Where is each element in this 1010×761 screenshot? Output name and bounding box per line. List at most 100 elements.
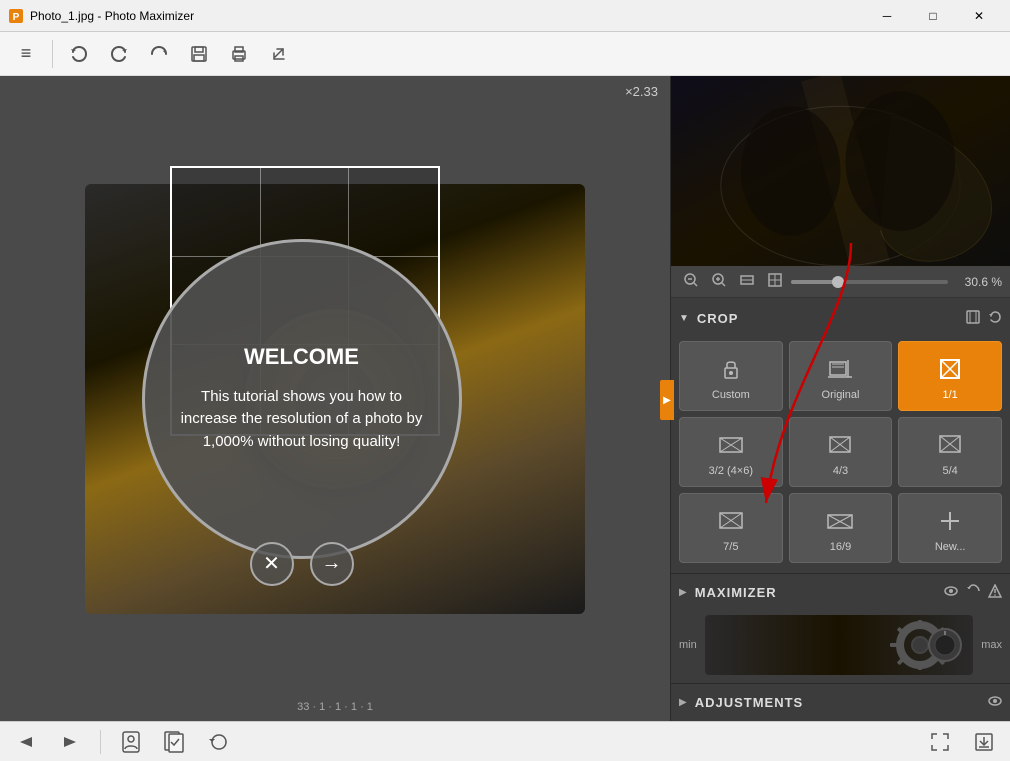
redo2-button[interactable]: [141, 36, 177, 72]
zoom-in-icon: [711, 272, 727, 288]
crop-corner-tl[interactable]: [170, 166, 182, 178]
ratio169-icon: [824, 505, 856, 537]
share-icon: [269, 44, 289, 64]
maximizer-expand-arrow[interactable]: ▶: [679, 587, 687, 598]
ratio43-icon: [824, 429, 856, 461]
maximizer-header[interactable]: ▶ MAXIMIZER: [671, 574, 1010, 611]
maximize-button[interactable]: □: [910, 0, 956, 32]
original-icon: [824, 353, 856, 385]
crop-undo-button[interactable]: [988, 310, 1002, 327]
export-button[interactable]: [966, 728, 1002, 756]
prev-icon: [19, 735, 33, 749]
app-icon: P: [8, 8, 24, 24]
preview-image: [671, 76, 1010, 266]
window-controls: ─ □ ✕: [864, 0, 1002, 32]
next-tutorial-button[interactable]: →: [310, 542, 354, 586]
ratio54-label: 5/4: [943, 465, 958, 477]
zoom-out-button[interactable]: [679, 270, 703, 293]
gears-svg: [885, 615, 965, 675]
print-button[interactable]: [221, 36, 257, 72]
ratio32-icon: [715, 429, 747, 461]
adjustments-header[interactable]: ▶ ADJUSTMENTS: [671, 684, 1010, 721]
fit-width-button[interactable]: [735, 270, 759, 293]
custom-icon: [715, 353, 747, 385]
tutorial-title: WELCOME: [244, 344, 359, 370]
preview-svg: [671, 76, 1010, 266]
warning-icon: [988, 584, 1002, 598]
menu-button[interactable]: ≡: [8, 36, 44, 72]
minimize-button[interactable]: ─: [864, 0, 910, 32]
crop-section-header: ▼ CROP: [679, 306, 1002, 331]
crop-option-new[interactable]: New...: [898, 493, 1002, 563]
crop-option-4-3[interactable]: 4/3: [789, 417, 893, 487]
adjustments-section: ▶ ADJUSTMENTS: [671, 683, 1010, 721]
full-screen-button[interactable]: [922, 728, 958, 756]
crop-option-original[interactable]: Original: [789, 341, 893, 411]
print-icon: [229, 44, 249, 64]
fit-page-button[interactable]: [763, 270, 787, 293]
crop-option-1-1[interactable]: 1/1: [898, 341, 1002, 411]
crop-options-grid: Custom Original: [679, 341, 1002, 563]
tutorial-overlay: WELCOME This tutorial shows you how to i…: [142, 239, 462, 559]
original-label: Original: [822, 389, 860, 401]
crop-option-7-5[interactable]: 7/5: [679, 493, 783, 563]
crop-section: ▼ CROP: [671, 298, 1010, 573]
main-toolbar: ≡: [0, 32, 1010, 76]
zoom-percent: 30.6 %: [952, 275, 1002, 289]
adjustments-visibility-button[interactable]: [988, 694, 1002, 711]
undo-button[interactable]: [61, 36, 97, 72]
maximizer-visibility-button[interactable]: [944, 584, 958, 601]
crop-undo-icon: [988, 310, 1002, 324]
fit-page-icon: [767, 272, 783, 288]
panel-scroll-indicator[interactable]: ▶: [660, 380, 674, 420]
prev-photo-button[interactable]: [8, 728, 44, 756]
portrait-icon: [121, 731, 141, 753]
scroll-arrow-icon: ▶: [663, 395, 671, 406]
zoom-slider[interactable]: [791, 280, 948, 284]
redo2-icon: [149, 44, 169, 64]
next-photo-button[interactable]: [52, 728, 88, 756]
main-layout: ×2.33: [0, 76, 1010, 721]
preview-watch: [671, 76, 1010, 266]
ratio169-label: 16/9: [830, 541, 851, 553]
ratio43-label: 4/3: [833, 465, 848, 477]
portrait-button[interactable]: [113, 728, 149, 756]
ratio75-label: 7/5: [723, 541, 738, 553]
maximizer-warning-button[interactable]: [988, 584, 1002, 601]
rotate-icon: [209, 732, 229, 752]
maximizer-undo-icon: [966, 584, 980, 598]
crop-reset-button[interactable]: [966, 310, 980, 327]
tutorial-text: This tutorial shows you how to increase …: [175, 386, 429, 454]
adjustments-expand-arrow[interactable]: ▶: [679, 697, 687, 708]
rotate-button[interactable]: [201, 728, 237, 756]
custom-label: Custom: [712, 389, 750, 401]
new-ratio-icon: [934, 505, 966, 537]
close-tutorial-button[interactable]: ✕: [250, 542, 294, 586]
crop-option-3-2[interactable]: 3/2 (4×6): [679, 417, 783, 487]
crop-collapse-arrow[interactable]: ▼: [679, 313, 689, 324]
maximizer-preview-area: [705, 615, 973, 675]
maximizer-undo-button[interactable]: [966, 584, 980, 601]
bottom-bar: [0, 721, 1010, 761]
new-label: New...: [935, 541, 966, 553]
close-button[interactable]: ✕: [956, 0, 1002, 32]
adjustments-eye-icon: [988, 694, 1002, 708]
save-icon: [189, 44, 209, 64]
ratio32-label: 3/2 (4×6): [709, 465, 753, 477]
redo-button[interactable]: [101, 36, 137, 72]
zoom-in-button[interactable]: [707, 270, 731, 293]
canvas-content[interactable]: WELCOME This tutorial shows you how to i…: [0, 76, 670, 721]
crop-corner-tr[interactable]: [428, 166, 440, 178]
batch-button[interactable]: [157, 728, 193, 756]
zoom-controls: 30.6 %: [671, 266, 1010, 298]
adjustments-title: ADJUSTMENTS: [695, 695, 980, 710]
crop-option-custom[interactable]: Custom: [679, 341, 783, 411]
share-button[interactable]: [261, 36, 297, 72]
ratio75-icon: [715, 505, 747, 537]
crop-option-16-9[interactable]: 16/9: [789, 493, 893, 563]
save-button[interactable]: [181, 36, 217, 72]
crop-option-5-4[interactable]: 5/4: [898, 417, 1002, 487]
canvas-area: ×2.33: [0, 76, 670, 721]
zoom-indicator: ×2.33: [625, 84, 658, 99]
maximizer-controls: min: [671, 611, 1010, 683]
